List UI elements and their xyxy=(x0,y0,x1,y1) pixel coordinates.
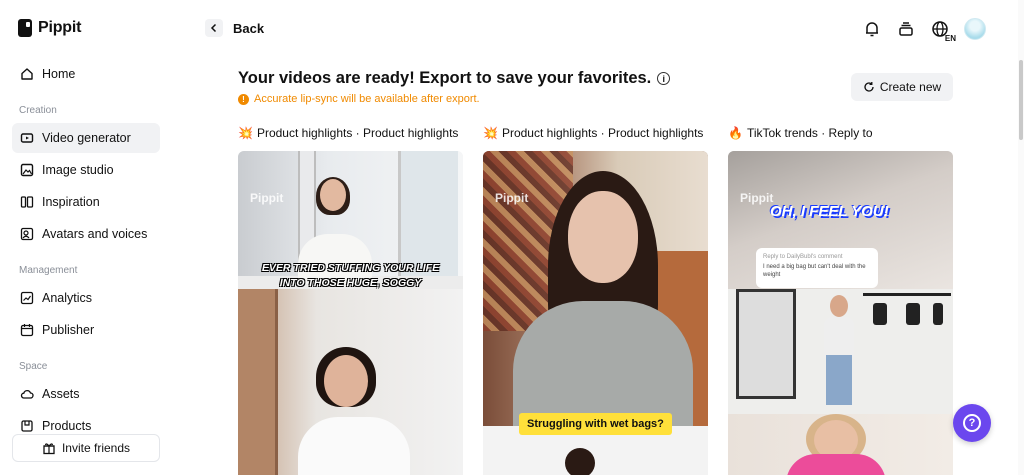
comment-reply-to: Reply to DailyBubl's comment xyxy=(763,254,843,260)
sidebar-item-publisher[interactable]: Publisher xyxy=(12,315,160,345)
sidebar-item-label: Image studio xyxy=(42,163,114,177)
sidebar-item-label: Analytics xyxy=(42,291,93,305)
warning-icon: ! xyxy=(238,93,249,105)
sidebar-item-home[interactable]: Home xyxy=(12,59,160,89)
burst-emoji-icon: 💥 xyxy=(483,126,498,140)
sidebar-item-label: Home xyxy=(42,67,76,81)
sidebar-item-video-generator[interactable]: Video generator xyxy=(12,123,160,153)
avatar-voice-icon xyxy=(20,227,34,241)
invite-friends-button[interactable]: Invite friends xyxy=(12,434,160,462)
video-frame-middle xyxy=(728,289,953,414)
header-actions: EN xyxy=(862,18,986,43)
sidebar-item-label: Assets xyxy=(42,387,80,401)
sidebar: Pippit Home Creation Video generator Ima… xyxy=(0,0,178,475)
analytics-icon xyxy=(20,291,34,305)
home-icon xyxy=(20,67,34,81)
products-icon xyxy=(20,419,34,433)
pippit-watermark: Pippit xyxy=(495,191,529,205)
language-selector[interactable]: EN xyxy=(930,19,956,43)
app-name: Pippit xyxy=(38,19,82,36)
bell-icon[interactable] xyxy=(862,19,882,39)
sidebar-item-label: Inspiration xyxy=(42,195,100,209)
video-card-title-text: Product highlights · Product highlights xyxy=(501,126,704,140)
comment-text: I need a big bag but can't deal with the… xyxy=(763,264,866,278)
language-code: EN xyxy=(944,34,956,43)
section-label-creation: Creation xyxy=(19,105,57,116)
fire-emoji-icon: 🔥 xyxy=(728,126,743,140)
gift-icon xyxy=(42,441,56,455)
video-card-3[interactable]: Pippit OH, I FEEL YOU! Reply to DailyBub… xyxy=(728,151,953,475)
calendar-icon xyxy=(20,323,34,337)
section-label-management: Management xyxy=(19,265,78,276)
notice-text: Accurate lip-sync will be available afte… xyxy=(254,93,480,105)
woman-figure xyxy=(513,171,693,431)
sidebar-item-label: Video generator xyxy=(42,131,131,145)
cloud-icon xyxy=(20,387,34,401)
create-new-button[interactable]: Create new xyxy=(851,73,953,101)
video-frame-top xyxy=(238,151,463,284)
sidebar-item-label: Products xyxy=(42,419,92,433)
video-card-title: 💥 Product highlights · Product highlight… xyxy=(483,126,703,140)
reply-comment-bubble: Reply to DailyBubl's comment I need a bi… xyxy=(756,248,878,288)
woman-figure xyxy=(820,295,860,405)
video-frame-bottom xyxy=(238,289,463,475)
burst-emoji-icon: 💥 xyxy=(238,126,253,140)
video-card-title: 🔥 TikTok trends · Reply to xyxy=(728,126,873,140)
woman-figure xyxy=(786,414,886,475)
question-icon: ? xyxy=(963,414,981,432)
refresh-icon xyxy=(864,82,874,92)
video-card-2[interactable]: Pippit Struggling with wet bags? xyxy=(483,151,708,475)
video-frame-bottom xyxy=(728,414,953,475)
back-label: Back xyxy=(233,20,265,36)
chevron-left-icon xyxy=(205,19,223,37)
sidebar-item-label: Publisher xyxy=(42,323,95,337)
page-headline: Your videos are ready! Export to save yo… xyxy=(238,69,671,88)
stack-icon[interactable] xyxy=(896,19,916,39)
video-card-1[interactable]: Pippit EVER TRIED STUFFING YOUR LIFE INT… xyxy=(238,151,463,475)
info-icon[interactable]: i xyxy=(657,72,671,85)
app-logo[interactable]: Pippit xyxy=(18,19,81,37)
create-new-label: Create new xyxy=(879,80,942,94)
sidebar-item-inspiration[interactable]: Inspiration xyxy=(12,187,160,217)
sidebar-item-image-studio[interactable]: Image studio xyxy=(12,155,160,185)
image-studio-icon xyxy=(20,163,34,177)
video-generator-icon xyxy=(20,131,34,145)
woman-figure xyxy=(298,347,418,475)
sidebar-item-avatars-and-voices[interactable]: Avatars and voices xyxy=(12,219,160,249)
page-title: Your videos are ready! Export to save yo… xyxy=(238,69,652,87)
video-card-title-text: Product highlights · Product highlights xyxy=(256,126,459,140)
pippit-watermark: Pippit xyxy=(740,191,774,205)
pippit-watermark: Pippit xyxy=(250,191,284,205)
video-card-title-text: TikTok trends · Reply to xyxy=(746,126,873,140)
help-button[interactable]: ? xyxy=(953,404,991,442)
pippit-logo-icon xyxy=(18,19,32,37)
video-caption: Struggling with wet bags? xyxy=(519,413,672,435)
sidebar-item-label: Avatars and voices xyxy=(42,227,148,241)
scrollbar[interactable] xyxy=(1018,0,1024,475)
scrollbar-thumb[interactable] xyxy=(1019,60,1023,140)
section-label-space: Space xyxy=(19,361,48,372)
sidebar-item-assets[interactable]: Assets xyxy=(12,379,160,409)
video-caption: OH, I FEEL YOU! xyxy=(770,203,889,220)
sidebar-item-analytics[interactable]: Analytics xyxy=(12,283,160,313)
invite-friends-label: Invite friends xyxy=(61,441,131,455)
app-root: Pippit Home Creation Video generator Ima… xyxy=(0,0,1024,475)
user-avatar[interactable] xyxy=(964,18,986,40)
back-button[interactable]: Back xyxy=(205,19,264,37)
lip-sync-notice: ! Accurate lip-sync will be available af… xyxy=(238,93,480,105)
video-card-title: 💥 Product highlights · Product highlight… xyxy=(238,126,458,140)
inspiration-icon xyxy=(20,195,34,209)
